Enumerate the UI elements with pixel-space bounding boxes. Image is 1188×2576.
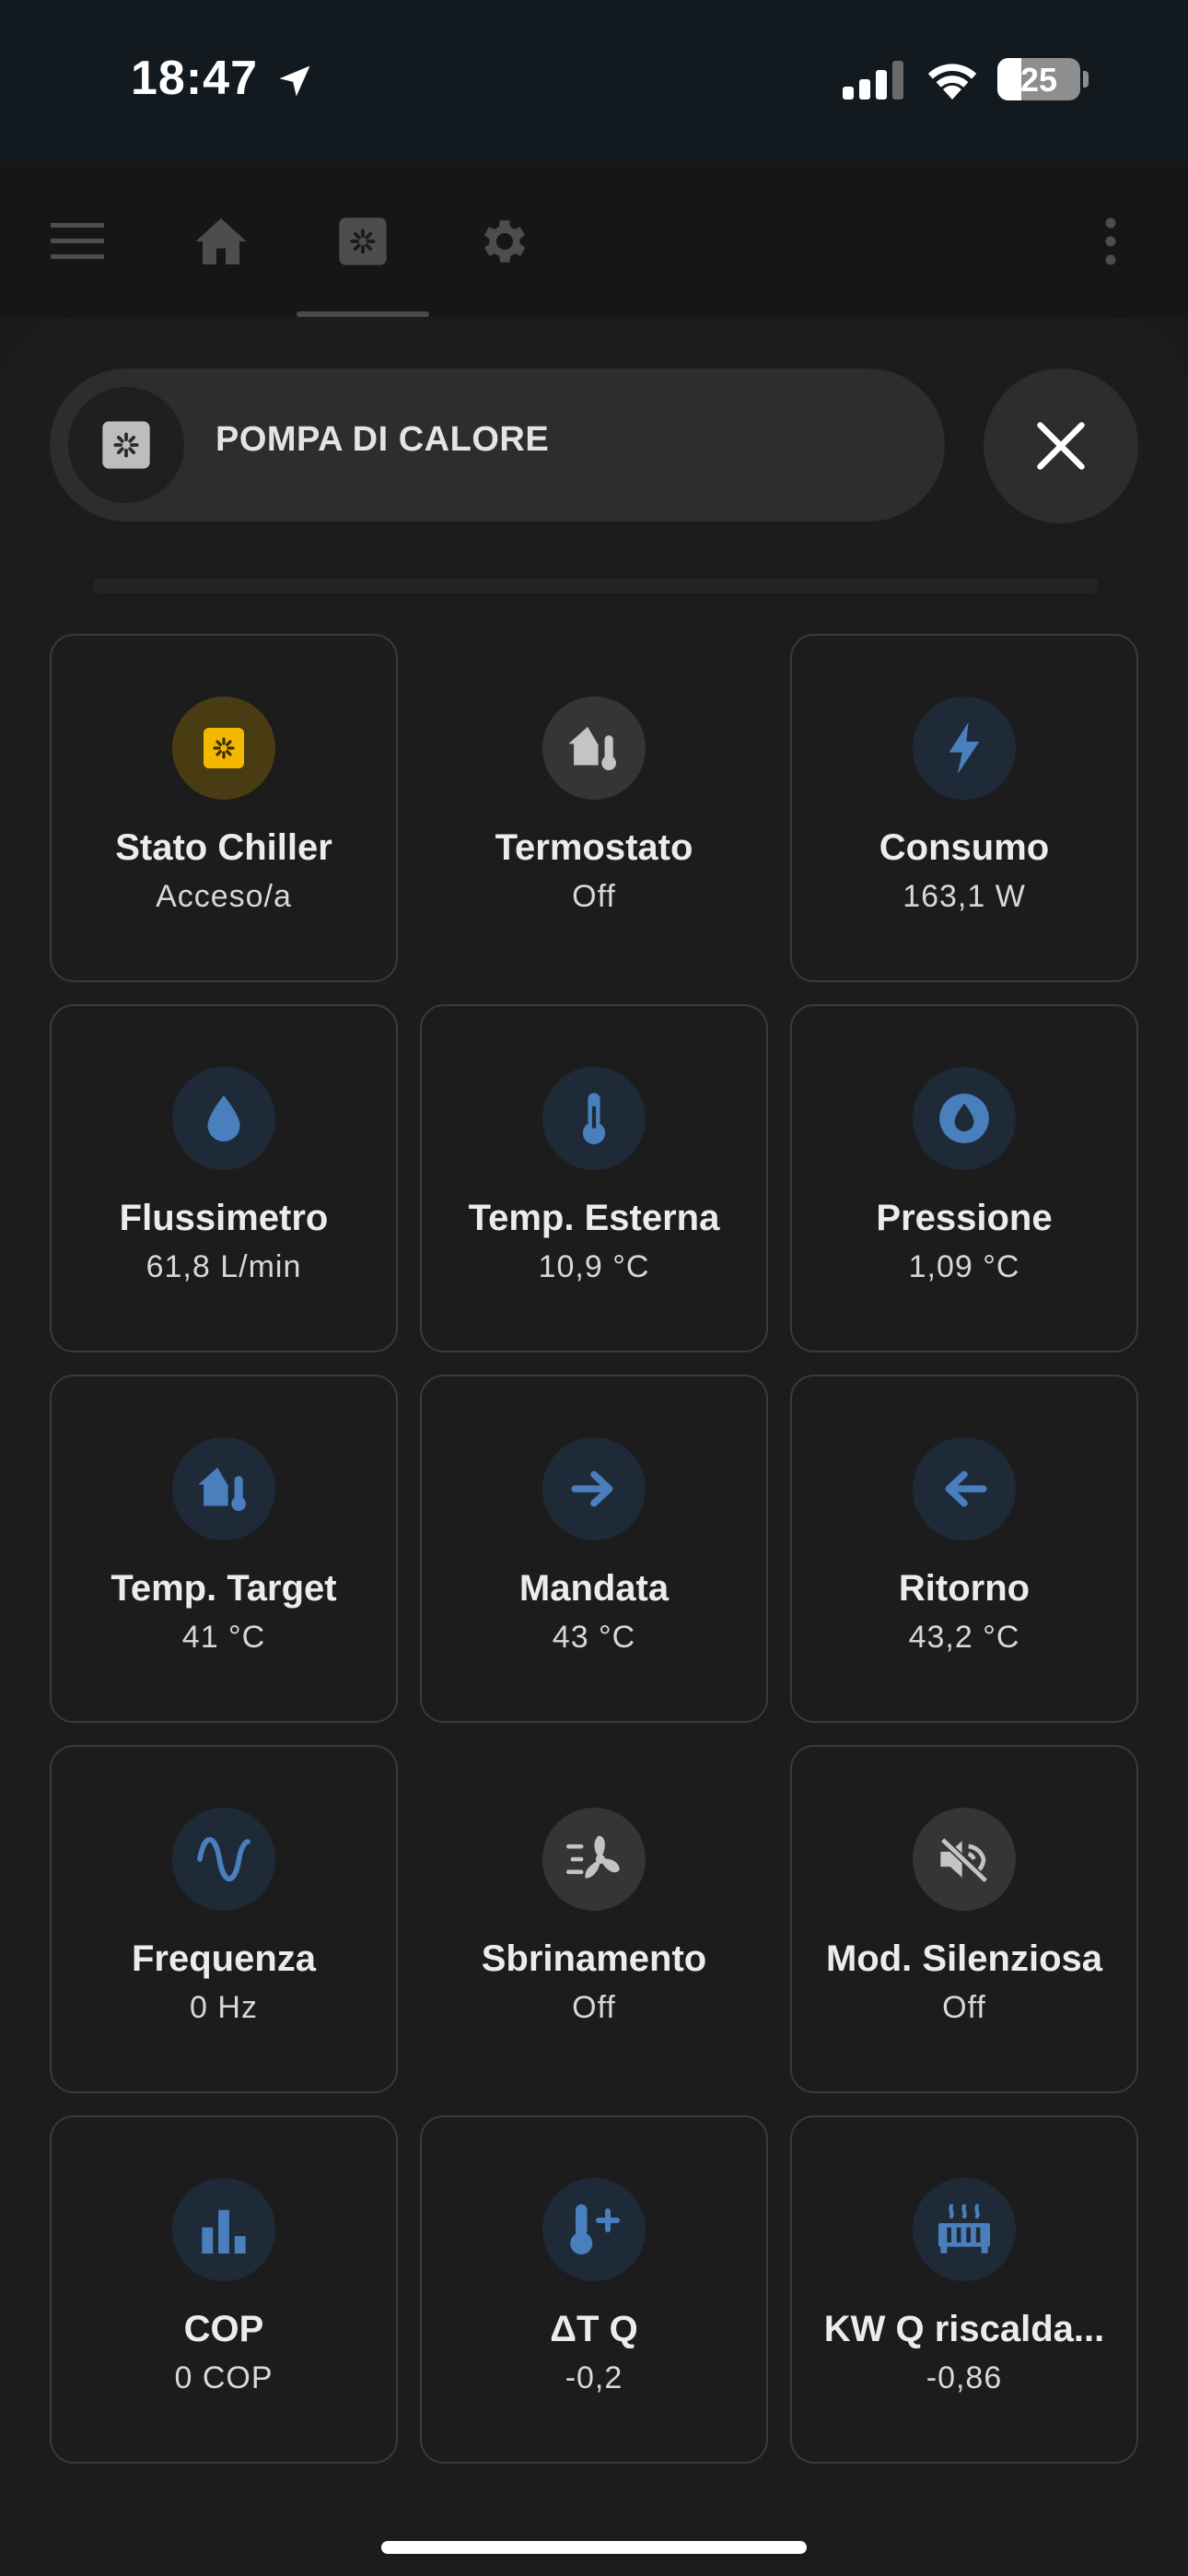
tile-icon-circle — [913, 1808, 1016, 1911]
tile-name: Mod. Silenziosa — [825, 1938, 1103, 1979]
close-button[interactable] — [984, 369, 1138, 523]
tile-termostato[interactable]: Termostato Off — [420, 634, 768, 982]
tile-flussimetro[interactable]: Flussimetro 61,8 L/min — [50, 1004, 398, 1352]
tile-delta-t-q[interactable]: ΔT Q -0,2 — [420, 2115, 768, 2464]
tile-temp-esterna[interactable]: Temp. Esterna 10,9 °C — [420, 1004, 768, 1352]
tile-name: Sbrinamento — [481, 1938, 707, 1979]
tab-heat-pump-icon[interactable] — [333, 212, 392, 271]
tile-icon-circle — [913, 697, 1016, 800]
tile-pressione[interactable]: Pressione 1,09 °C — [790, 1004, 1138, 1352]
tile-icon-circle — [542, 1437, 646, 1540]
tile-icon-circle — [172, 2178, 275, 2281]
gear-icon[interactable] — [475, 212, 534, 271]
status-bar: 18:47 25 — [0, 0, 1188, 164]
tile-frequenza[interactable]: Frequenza 0 Hz — [50, 1745, 398, 2093]
tile-name: COP — [183, 2309, 264, 2349]
tile-icon-circle — [172, 1437, 275, 1540]
tile-value: Off — [572, 879, 616, 914]
tile-name: Frequenza — [131, 1938, 317, 1979]
tile-value: 41 °C — [181, 1620, 266, 1655]
heat-pump-icon — [204, 728, 244, 768]
tile-value: Off — [572, 1990, 616, 2025]
tile-kw-q-riscaldamento[interactable]: KW Q riscalda... -0,86 — [790, 2115, 1138, 2464]
home-thermometer-icon — [198, 1467, 246, 1511]
tile-icon-circle — [542, 1808, 646, 1911]
tile-value: -0,86 — [926, 2360, 1003, 2395]
tile-name: Stato Chiller — [115, 827, 332, 868]
location-arrow-icon — [279, 65, 310, 97]
tile-value: 163,1 W — [903, 879, 1026, 914]
tile-value: 61,8 L/min — [146, 1249, 302, 1284]
header-icon-circle — [68, 387, 184, 503]
wifi-icon — [927, 64, 977, 100]
tile-value: Off — [942, 1990, 986, 2025]
flash-icon — [949, 722, 980, 774]
more-info-dialog: POMPA DI CALORE Stato Chiller Acceso/a T… — [0, 317, 1188, 2576]
battery-cap — [1083, 71, 1089, 88]
tile-temp-target[interactable]: Temp. Target 41 °C — [50, 1375, 398, 1723]
tile-value: 1,09 °C — [908, 1249, 1020, 1284]
thermometer-plus-icon — [570, 2204, 620, 2254]
arrow-left-icon — [945, 1470, 987, 1507]
tile-value: 43,2 °C — [908, 1620, 1020, 1655]
tile-name: Consumo — [879, 827, 1050, 868]
home-indicator[interactable] — [381, 2541, 807, 2554]
tile-value: -0,2 — [565, 2360, 623, 2395]
tile-name: Temp. Esterna — [468, 1198, 720, 1238]
divider — [94, 579, 1098, 593]
tile-consumo[interactable]: Consumo 163,1 W — [790, 634, 1138, 982]
tile-icon-circle — [172, 1067, 275, 1170]
more-vert-icon[interactable] — [1081, 212, 1140, 271]
fan-defrost-icon — [566, 1835, 620, 1879]
menu-icon[interactable] — [48, 212, 107, 271]
tile-icon-circle — [172, 1808, 275, 1911]
tile-cop[interactable]: COP 0 COP — [50, 2115, 398, 2464]
app-toolbar — [0, 164, 1188, 319]
tile-value: 10,9 °C — [538, 1249, 650, 1284]
tile-icon-circle — [172, 697, 275, 800]
dialog-title: POMPA DI CALORE — [215, 420, 550, 459]
radiator-icon — [938, 2204, 990, 2254]
tile-name: Ritorno — [898, 1568, 1031, 1609]
tile-icon-circle — [542, 697, 646, 800]
tile-icon-circle — [542, 1067, 646, 1170]
status-time: 18:47 — [131, 52, 258, 105]
thermometer-icon — [582, 1093, 606, 1144]
tile-value: 0 Hz — [190, 1990, 258, 2025]
dialog-header[interactable]: POMPA DI CALORE — [50, 369, 945, 521]
tile-icon-circle — [913, 2178, 1016, 2281]
tile-mod-silenziosa[interactable]: Mod. Silenziosa Off — [790, 1745, 1138, 2093]
tile-name: Mandata — [518, 1568, 670, 1609]
tile-value: 43 °C — [552, 1620, 636, 1655]
tile-icon-circle — [913, 1067, 1016, 1170]
close-icon — [1037, 422, 1085, 470]
home-icon[interactable] — [192, 212, 250, 271]
water-drop-icon — [207, 1095, 240, 1142]
battery-icon: 25 — [997, 58, 1080, 100]
tile-name: Flussimetro — [119, 1198, 329, 1238]
tile-name: ΔT Q — [550, 2309, 638, 2349]
tile-icon-circle — [913, 1437, 1016, 1540]
tile-name: Temp. Target — [111, 1568, 337, 1609]
cellular-signal-icon — [843, 61, 903, 100]
bar-chart-icon — [202, 2209, 246, 2254]
battery-level: 25 — [1019, 61, 1058, 99]
tile-ritorno[interactable]: Ritorno 43,2 °C — [790, 1375, 1138, 1723]
arrow-right-icon — [571, 1470, 613, 1507]
volume-off-icon — [939, 1837, 989, 1883]
home-thermometer-icon — [568, 726, 616, 770]
water-circle-icon — [939, 1094, 989, 1143]
heat-pump-icon — [102, 421, 150, 469]
tile-name: Pressione — [876, 1198, 1053, 1238]
tile-stato-chiller[interactable]: Stato Chiller Acceso/a — [50, 634, 398, 982]
tile-name: KW Q riscalda... — [823, 2309, 1105, 2349]
sine-wave-icon — [197, 1837, 250, 1881]
tile-value: Acceso/a — [156, 879, 292, 914]
tile-icon-circle — [542, 2178, 646, 2281]
tile-value: 0 COP — [174, 2360, 274, 2395]
tile-name: Termostato — [495, 827, 693, 868]
tile-mandata[interactable]: Mandata 43 °C — [420, 1375, 768, 1723]
tile-sbrinamento[interactable]: Sbrinamento Off — [420, 1745, 768, 2093]
